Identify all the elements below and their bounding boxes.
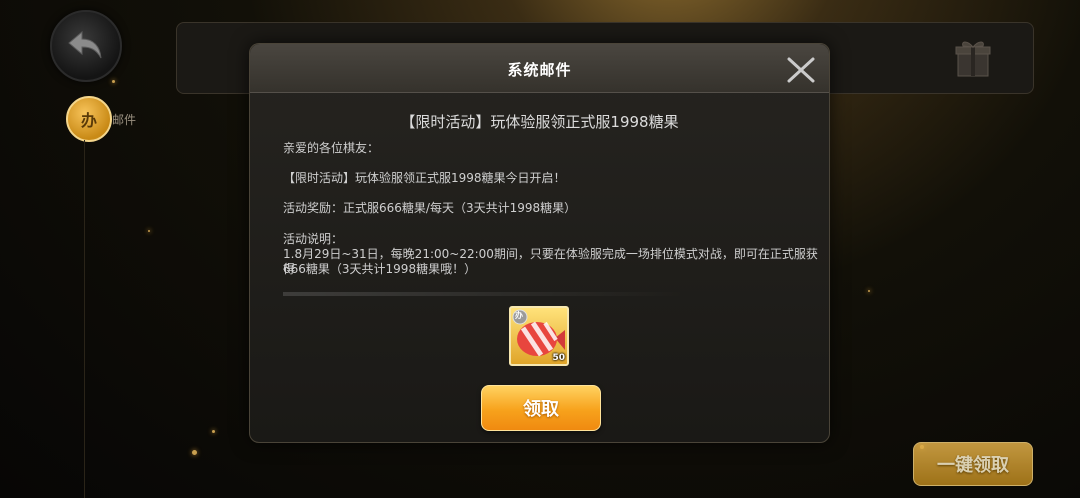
divider (84, 140, 85, 498)
reward-badge: 办 (515, 311, 523, 320)
mail-tab-icon[interactable]: 办 (66, 96, 112, 142)
system-mail-modal: 系统邮件 【限时活动】玩体验服领正式服1998糖果 亲爱的各位棋友： 【限时活动… (249, 43, 830, 443)
mail-body-line: 666糖果（3天共计1998糖果哦！） (283, 262, 477, 276)
back-button[interactable] (50, 10, 122, 82)
mail-body-line: 活动奖励：正式服666糖果/每天（3天共计1998糖果） (283, 201, 577, 215)
claim-button[interactable]: 领取 (481, 385, 601, 431)
sparkle (192, 450, 197, 455)
close-icon[interactable] (786, 56, 816, 84)
mail-subject: 【限时活动】玩体验服领正式服1998糖果 (400, 113, 679, 131)
reward-item[interactable]: 办 50 (509, 306, 569, 366)
back-arrow-icon (68, 30, 102, 59)
scroll-fade (283, 292, 683, 296)
mail-body-line: 活动说明： (283, 232, 344, 246)
mail-greeting: 亲爱的各位棋友： (283, 141, 380, 155)
gift-icon[interactable] (955, 38, 991, 78)
reward-count: 50 (552, 353, 565, 363)
sparkle (868, 290, 870, 292)
sparkle (148, 230, 150, 232)
modal-title: 系统邮件 (507, 61, 572, 79)
claim-all-button[interactable]: 一键领取 (913, 442, 1033, 486)
mail-body-line: 【限时活动】玩体验服领正式服1998糖果今日开启！ (283, 171, 566, 185)
sparkle (212, 430, 215, 433)
mail-tab-label[interactable]: 邮件 (112, 111, 136, 128)
modal-header: 系统邮件 (250, 44, 829, 93)
sparkle (112, 80, 115, 83)
mail-tab-icon-text: 办 (80, 111, 97, 130)
